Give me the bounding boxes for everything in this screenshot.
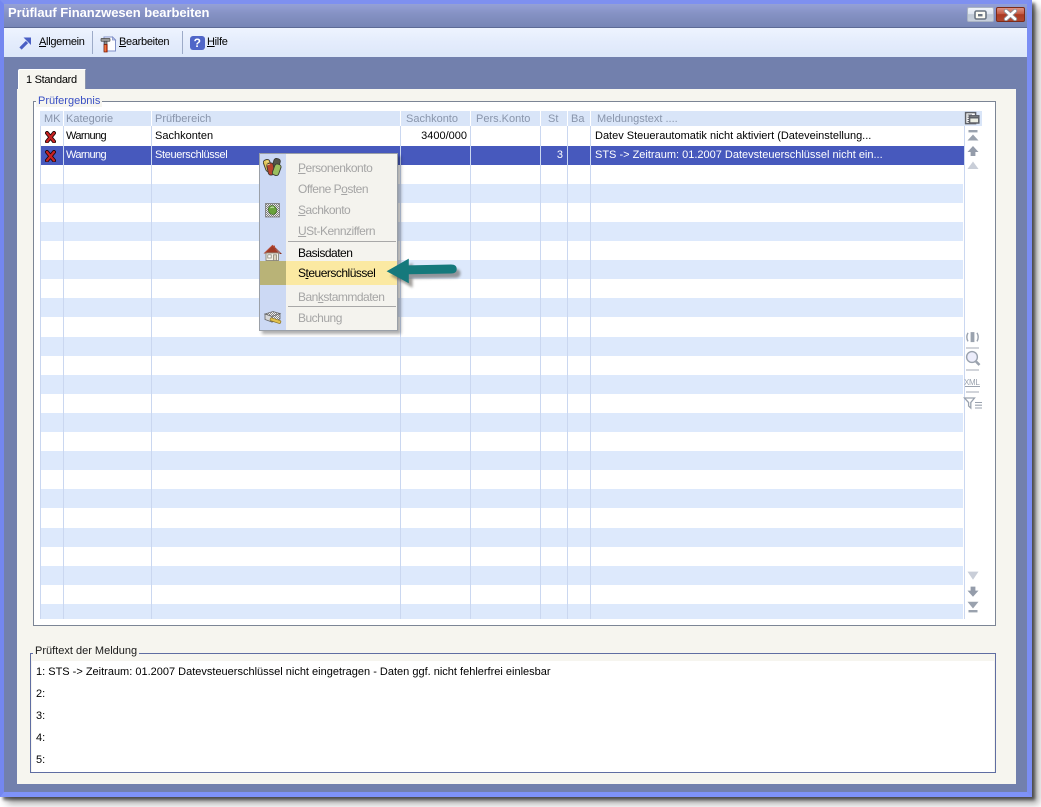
- svg-text:XML: XML: [964, 378, 980, 387]
